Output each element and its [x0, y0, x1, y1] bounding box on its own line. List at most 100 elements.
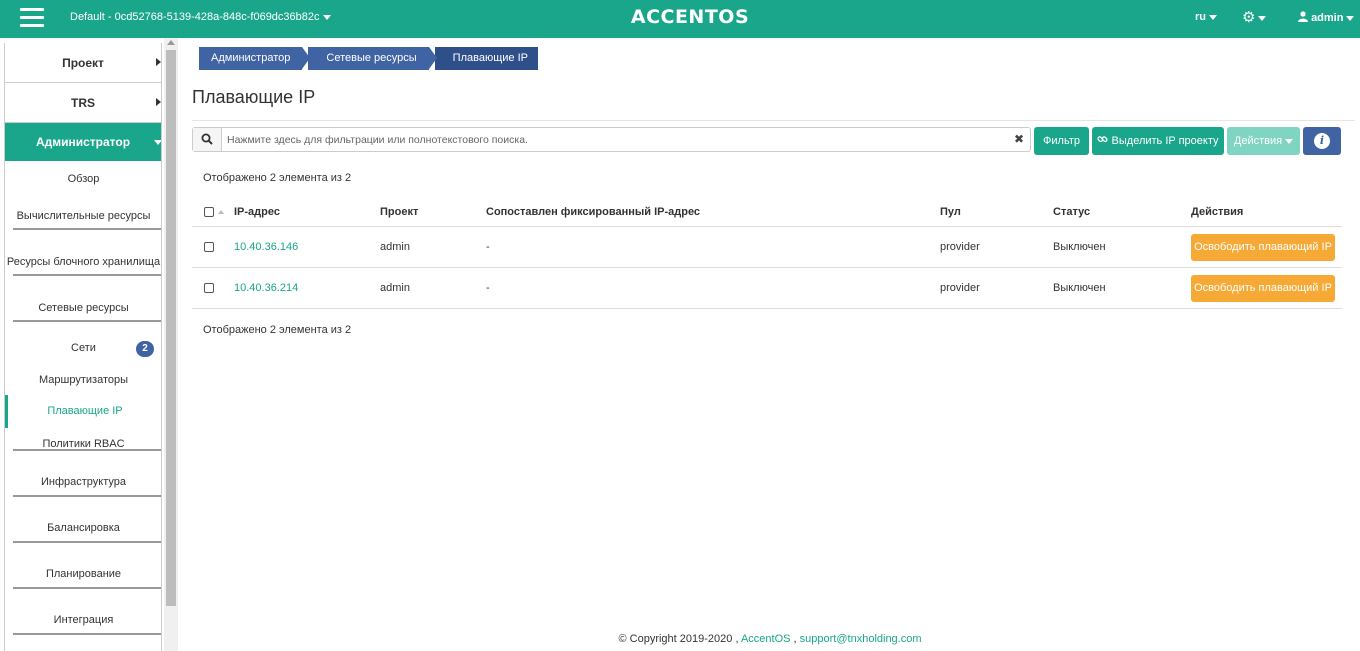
breadcrumb-label: Сетевые ресурсы — [326, 52, 417, 64]
search-bar: ✖ — [192, 127, 1031, 152]
sidebar-item-label: Ресурсы блочного хранилища — [6, 256, 161, 268]
footer: © Copyright 2019-2020 , AccentOS , suppo… — [180, 633, 1360, 645]
page-title: Плавающие IP — [192, 87, 316, 107]
row-checkbox[interactable] — [204, 242, 214, 252]
sidebar-item-label: Маршрутизаторы — [39, 374, 128, 386]
column-header-fixed-ip: Сопоставлен фиксированный IP-адрес — [486, 206, 701, 218]
sidebar-item-label: Интеграция — [53, 614, 114, 626]
footer-separator: , — [793, 633, 797, 645]
fixed-ip-cell: - — [486, 282, 490, 294]
breadcrumb-label: Администратор — [211, 52, 291, 64]
sidebar-item-label: Сетевые ресурсы — [38, 302, 129, 314]
sidebar-item-balancing[interactable]: Балансировка — [5, 522, 161, 534]
language-label: ru — [1195, 11, 1206, 23]
column-header-pool: Пул — [940, 206, 961, 218]
ip-address-link[interactable]: 10.40.36.146 — [234, 227, 298, 268]
table-row: 10.40.36.214 admin - provider Выключен О… — [192, 268, 1342, 309]
filter-button[interactable]: Фильтр — [1034, 127, 1089, 155]
sidebar-item-label: Вычислительные ресурсы — [16, 210, 151, 222]
count-badge: 2 — [136, 341, 154, 357]
project-selector-label: Default - 0cd52768-5139-428a-848c-f069dc… — [70, 11, 320, 23]
sidebar-item-trs[interactable]: TRS — [5, 83, 161, 123]
column-header-actions: Действия — [1191, 206, 1244, 218]
sidebar-item-admin[interactable]: Администратор — [5, 123, 161, 161]
sidebar-item-label: Планирование — [45, 568, 122, 580]
sort-icon[interactable] — [218, 210, 224, 214]
user-menu[interactable]: admin — [1298, 11, 1355, 24]
sidebar-item-project[interactable]: Проект — [5, 43, 161, 83]
pool-cell: provider — [940, 241, 980, 253]
sidebar-item-infrastructure[interactable]: Инфраструктура — [5, 476, 161, 488]
search-icon[interactable] — [193, 128, 222, 151]
release-ip-button[interactable]: Освободить плавающий IP — [1191, 234, 1335, 261]
select-all-checkbox[interactable] — [204, 207, 214, 217]
column-header-project: Проект — [380, 206, 419, 218]
clear-icon[interactable]: ✖ — [1014, 132, 1024, 146]
divider — [13, 541, 161, 543]
sidebar-item-floating-ips[interactable]: Плавающие IP — [5, 395, 161, 428]
pool-cell: provider — [940, 282, 980, 294]
chevron-down-icon — [322, 14, 331, 20]
sidebar-item-block-storage[interactable]: Ресурсы блочного хранилища — [5, 256, 161, 268]
sidebar-item-routers[interactable]: Маршрутизаторы — [5, 374, 161, 386]
hamburger-icon[interactable] — [20, 8, 44, 28]
scroll-up-icon[interactable] — [167, 40, 175, 45]
column-header-ip[interactable]: IP-адрес — [234, 197, 280, 227]
row-checkbox[interactable] — [204, 283, 214, 293]
divider — [13, 274, 161, 276]
sidebar-item-networks[interactable]: Сети 2 — [5, 341, 161, 357]
divider — [13, 449, 161, 451]
table-row: 10.40.36.146 admin - provider Выключен О… — [192, 227, 1342, 268]
sidebar-item-label: Сети — [71, 342, 96, 354]
project-selector[interactable]: Default - 0cd52768-5139-428a-848c-f069dc… — [70, 11, 331, 23]
chevron-down-icon — [1209, 14, 1217, 20]
breadcrumb-item-floating-ips: Плавающие IP — [434, 47, 538, 70]
column-header-status: Статус — [1053, 206, 1091, 218]
divider — [13, 587, 161, 589]
chevron-right-icon — [156, 58, 161, 66]
settings-menu[interactable]: ⚙ — [1242, 8, 1267, 26]
divider — [13, 633, 161, 635]
breadcrumb: Администратор Сетевые ресурсы Плавающие … — [199, 47, 544, 70]
fixed-ip-cell: - — [486, 241, 490, 253]
chevron-down-icon — [1346, 15, 1355, 21]
info-button[interactable]: i — [1303, 127, 1341, 155]
language-selector[interactable]: ru — [1195, 11, 1217, 23]
release-ip-button[interactable]: Освободить плавающий IP — [1191, 275, 1335, 302]
divider — [13, 495, 161, 497]
allocate-ip-label: Выделить IP проекту — [1111, 135, 1219, 147]
sidebar-item-scheduling[interactable]: Планирование — [5, 568, 161, 580]
actions-dropdown[interactable]: Действия — [1227, 127, 1300, 155]
sidebar-item-overview[interactable]: Обзор — [5, 173, 161, 185]
logo: ACCENTOS — [630, 6, 750, 28]
copyright-text: © Copyright 2019-2020 , — [618, 633, 739, 645]
sidebar-item-label: Обзор — [67, 173, 100, 185]
sidebar-item-label: Администратор — [35, 135, 131, 149]
gear-icon: ⚙ — [1242, 9, 1256, 26]
allocate-ip-button[interactable]: Выделить IP проекту — [1092, 127, 1224, 155]
chevron-down-icon — [1285, 138, 1294, 144]
chevron-right-icon — [156, 98, 161, 106]
breadcrumb-item-network[interactable]: Сетевые ресурсы — [308, 47, 437, 70]
scrollbar-thumb[interactable] — [166, 50, 176, 606]
breadcrumb-item-admin[interactable]: Администратор — [199, 47, 311, 70]
sidebar-item-compute[interactable]: Вычислительные ресурсы — [5, 210, 161, 222]
floating-ip-table: IP-адрес Проект Сопоставлен фиксированны… — [192, 197, 1342, 309]
sidebar-item-network[interactable]: Сетевые ресурсы — [5, 302, 161, 314]
support-email-link[interactable]: support@tnxholding.com — [800, 633, 922, 645]
top-navbar: Default - 0cd52768-5139-428a-848c-f069dc… — [0, 0, 1360, 38]
info-icon: i — [1314, 133, 1330, 149]
sidebar-item-integration[interactable]: Интеграция — [5, 614, 161, 626]
divider — [13, 228, 161, 230]
item-count: Отображено 2 элемента из 2 — [203, 172, 352, 184]
product-link[interactable]: AccentOS — [741, 633, 791, 645]
sidebar-scrollbar[interactable] — [164, 38, 178, 651]
sidebar: Проект TRS Администратор Обзор Вычислите… — [4, 43, 162, 651]
project-cell: admin — [380, 282, 410, 294]
search-input[interactable] — [223, 129, 1003, 150]
sidebar-item-label: Балансировка — [47, 522, 120, 534]
user-label: admin — [1311, 12, 1344, 24]
ip-address-link[interactable]: 10.40.36.214 — [234, 268, 298, 309]
actions-label: Действия — [1233, 135, 1283, 147]
sidebar-item-label: TRS — [71, 96, 95, 110]
